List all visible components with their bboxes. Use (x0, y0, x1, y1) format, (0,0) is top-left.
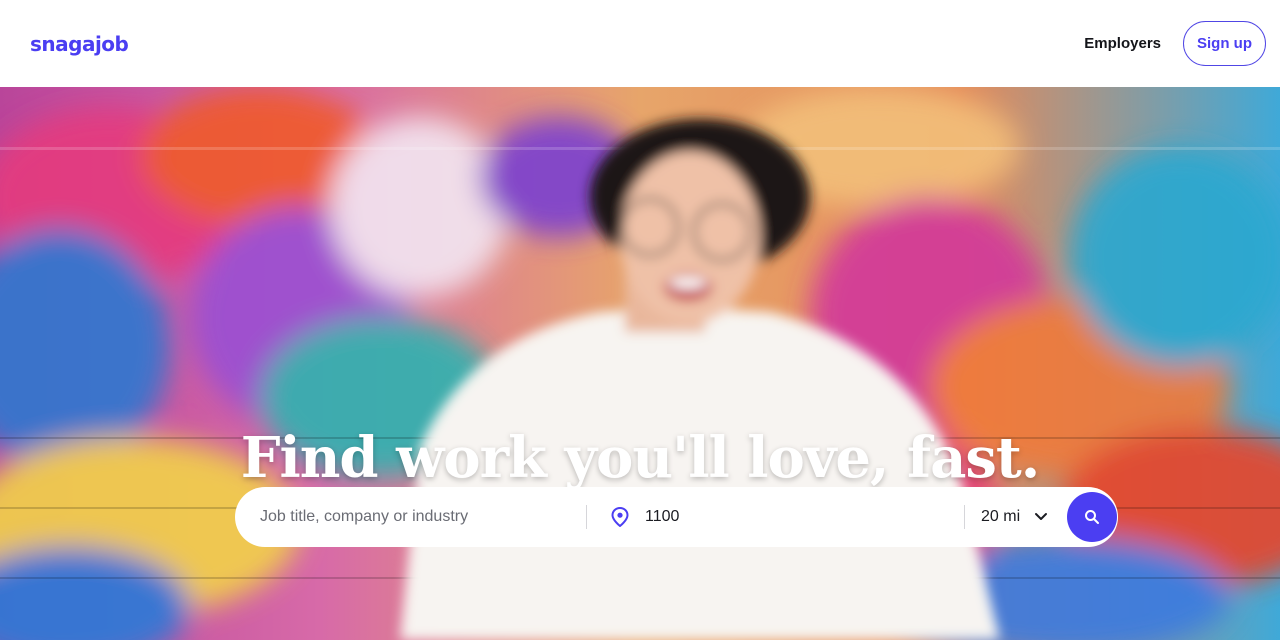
job-search-bar: 20 mi (235, 487, 1118, 547)
location-input[interactable] (643, 507, 964, 527)
job-search-field[interactable] (235, 487, 586, 547)
radius-select[interactable]: 20 mi (965, 487, 1065, 547)
site-header: snagajob Employers Sign up (0, 0, 1280, 87)
search-icon (1085, 510, 1099, 524)
radius-value: 20 mi (981, 508, 1021, 525)
top-nav: Employers Sign up (1084, 21, 1266, 66)
hero-section: Find work you'll love, fast. 20 mi (0, 87, 1280, 640)
map-pin-icon (611, 507, 629, 527)
employers-link[interactable]: Employers (1084, 35, 1161, 52)
snagajob-logo[interactable]: snagajob (30, 32, 129, 56)
hero-background-image (0, 87, 1280, 640)
location-field[interactable] (587, 487, 964, 547)
hero-title: Find work you'll love, fast. (240, 424, 1041, 491)
chevron-down-icon (1035, 513, 1048, 520)
job-title-input[interactable] (258, 507, 586, 527)
search-button[interactable] (1067, 492, 1117, 542)
sign-up-button[interactable]: Sign up (1183, 21, 1266, 66)
